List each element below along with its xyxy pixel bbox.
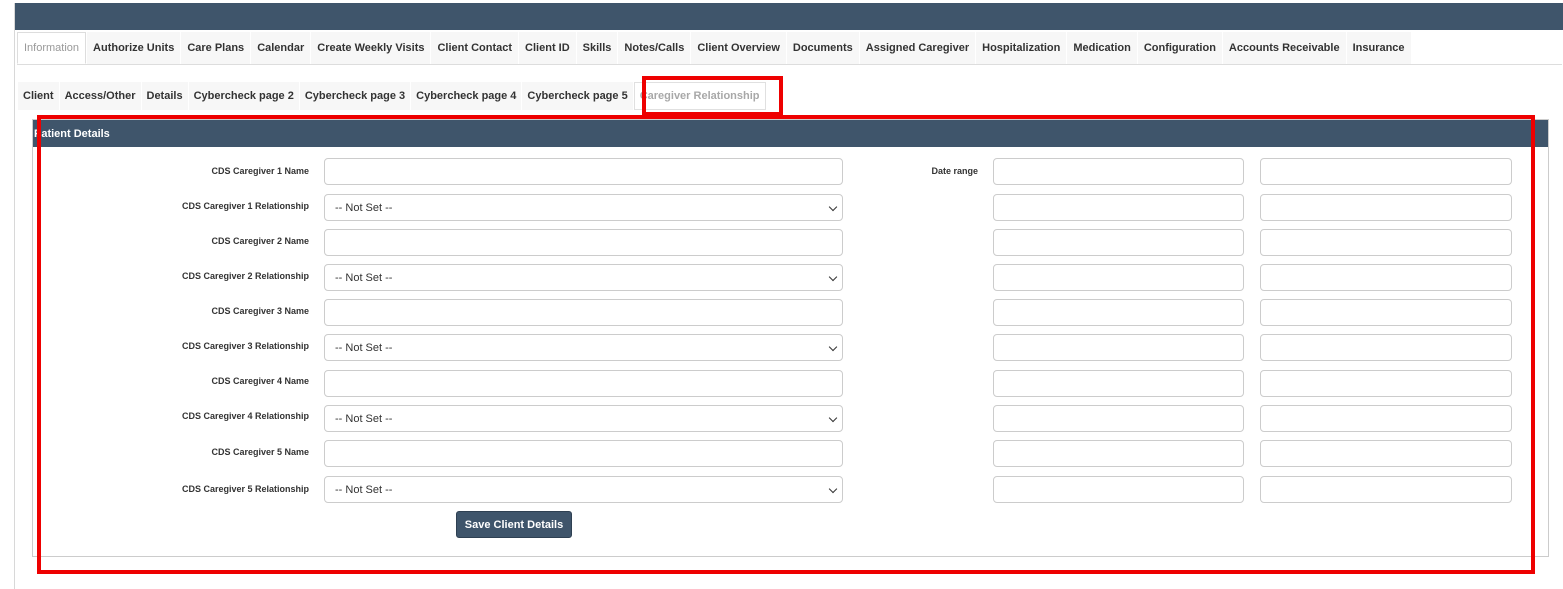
caregiver-2-relationship-select[interactable]: -- Not Set -- — [324, 264, 843, 291]
date-range-end-5[interactable] — [1260, 299, 1512, 326]
subtab-client[interactable]: Client — [18, 82, 59, 110]
tab-calendar[interactable]: Calendar — [251, 32, 311, 64]
top-bar — [15, 3, 1563, 30]
field-label: CDS Caregiver 1 Name — [211, 166, 309, 176]
tab-medication[interactable]: Medication — [1067, 32, 1137, 64]
patient-details-panel: Patient Details Date range CDS Caregiver… — [32, 119, 1549, 557]
caregiver-3-name-input[interactable] — [324, 299, 843, 326]
tab-configuration[interactable]: Configuration — [1137, 32, 1222, 64]
date-range-start-3[interactable] — [993, 229, 1244, 256]
caregiver-4-relationship-select[interactable]: -- Not Set -- — [324, 405, 843, 432]
field-label: CDS Caregiver 5 Name — [211, 447, 309, 457]
tab-documents[interactable]: Documents — [786, 32, 859, 64]
date-range-end-2[interactable] — [1260, 194, 1512, 221]
date-range-end-10[interactable] — [1260, 476, 1512, 503]
date-range-end-3[interactable] — [1260, 229, 1512, 256]
caregiver-5-relationship-select[interactable]: -- Not Set -- — [324, 476, 843, 503]
field-label: CDS Caregiver 3 Relationship — [181, 341, 309, 351]
date-range-end-8[interactable] — [1260, 405, 1512, 432]
caregiver-1-relationship-select[interactable]: -- Not Set -- — [324, 194, 843, 221]
tab-authorize-units[interactable]: Authorize Units — [87, 32, 181, 64]
chevron-down-icon — [828, 202, 838, 212]
field-label: CDS Caregiver 1 Relationship — [181, 201, 309, 211]
panel-title: Patient Details — [33, 120, 1548, 147]
select-value: -- Not Set -- — [335, 412, 393, 425]
tab-information[interactable]: Information — [17, 32, 87, 64]
field-label: CDS Caregiver 5 Relationship — [181, 484, 309, 494]
select-value: -- Not Set -- — [335, 271, 393, 284]
chevron-down-icon — [828, 272, 838, 282]
date-range-end-6[interactable] — [1260, 334, 1512, 361]
tab-divider — [17, 64, 1562, 65]
caregiver-1-name-input[interactable] — [324, 158, 843, 185]
tab-notes-calls[interactable]: Notes/Calls — [618, 32, 691, 64]
date-range-start-5[interactable] — [993, 299, 1244, 326]
tab-insurance[interactable]: Insurance — [1346, 32, 1411, 64]
date-range-end-4[interactable] — [1260, 264, 1512, 291]
tab-client-overview[interactable]: Client Overview — [691, 32, 786, 64]
caregiver-2-name-input[interactable] — [324, 229, 843, 256]
date-range-end-1[interactable] — [1260, 158, 1512, 185]
select-value: -- Not Set -- — [335, 483, 393, 496]
tab-skills[interactable]: Skills — [576, 32, 618, 64]
chevron-down-icon — [828, 484, 838, 494]
date-range-start-10[interactable] — [993, 476, 1244, 503]
tab-care-plans[interactable]: Care Plans — [181, 32, 251, 64]
date-range-end-9[interactable] — [1260, 440, 1512, 467]
caregiver-4-name-input[interactable] — [324, 370, 843, 397]
select-value: -- Not Set -- — [335, 201, 393, 214]
subtab-access-other[interactable]: Access/Other — [59, 82, 141, 110]
date-range-start-6[interactable] — [993, 334, 1244, 361]
caregiver-3-relationship-select[interactable]: -- Not Set -- — [324, 334, 843, 361]
sub-tab-bar: Client Access/Other Details Cybercheck p… — [18, 82, 767, 110]
save-client-details-button[interactable]: Save Client Details — [456, 511, 572, 538]
caregiver-5-name-input[interactable] — [324, 440, 843, 467]
date-range-start-8[interactable] — [993, 405, 1244, 432]
tab-assigned-caregiver[interactable]: Assigned Caregiver — [859, 32, 976, 64]
tab-create-weekly-visits[interactable]: Create Weekly Visits — [311, 32, 431, 64]
field-label: CDS Caregiver 4 Relationship — [181, 411, 309, 421]
subtab-cybercheck-page-5[interactable]: Cybercheck page 5 — [522, 82, 633, 110]
date-range-start-1[interactable] — [993, 158, 1244, 185]
tab-accounts-receivable[interactable]: Accounts Receivable — [1222, 32, 1346, 64]
date-range-start-9[interactable] — [993, 440, 1244, 467]
field-label: CDS Caregiver 2 Name — [211, 236, 309, 246]
subtab-cybercheck-page-3[interactable]: Cybercheck page 3 — [299, 82, 411, 110]
subtab-details[interactable]: Details — [141, 82, 188, 110]
tab-hospitalization[interactable]: Hospitalization — [976, 32, 1067, 64]
subtab-cybercheck-page-2[interactable]: Cybercheck page 2 — [188, 82, 299, 110]
tab-client-contact[interactable]: Client Contact — [431, 32, 519, 64]
chevron-down-icon — [828, 413, 838, 423]
field-label: CDS Caregiver 2 Relationship — [181, 271, 309, 281]
subtab-cybercheck-page-4[interactable]: Cybercheck page 4 — [411, 82, 522, 110]
date-range-start-4[interactable] — [993, 264, 1244, 291]
select-value: -- Not Set -- — [335, 341, 393, 354]
subtab-caregiver-relationship[interactable]: Caregiver Relationship — [633, 82, 766, 110]
field-label: CDS Caregiver 3 Name — [211, 306, 309, 316]
tab-client-id[interactable]: Client ID — [519, 32, 576, 64]
chevron-down-icon — [828, 342, 838, 352]
date-range-start-2[interactable] — [993, 194, 1244, 221]
main-tab-bar: Information Authorize Units Care Plans C… — [17, 32, 1412, 64]
date-range-end-7[interactable] — [1260, 370, 1512, 397]
field-label: CDS Caregiver 4 Name — [211, 376, 309, 386]
date-range-start-7[interactable] — [993, 370, 1244, 397]
